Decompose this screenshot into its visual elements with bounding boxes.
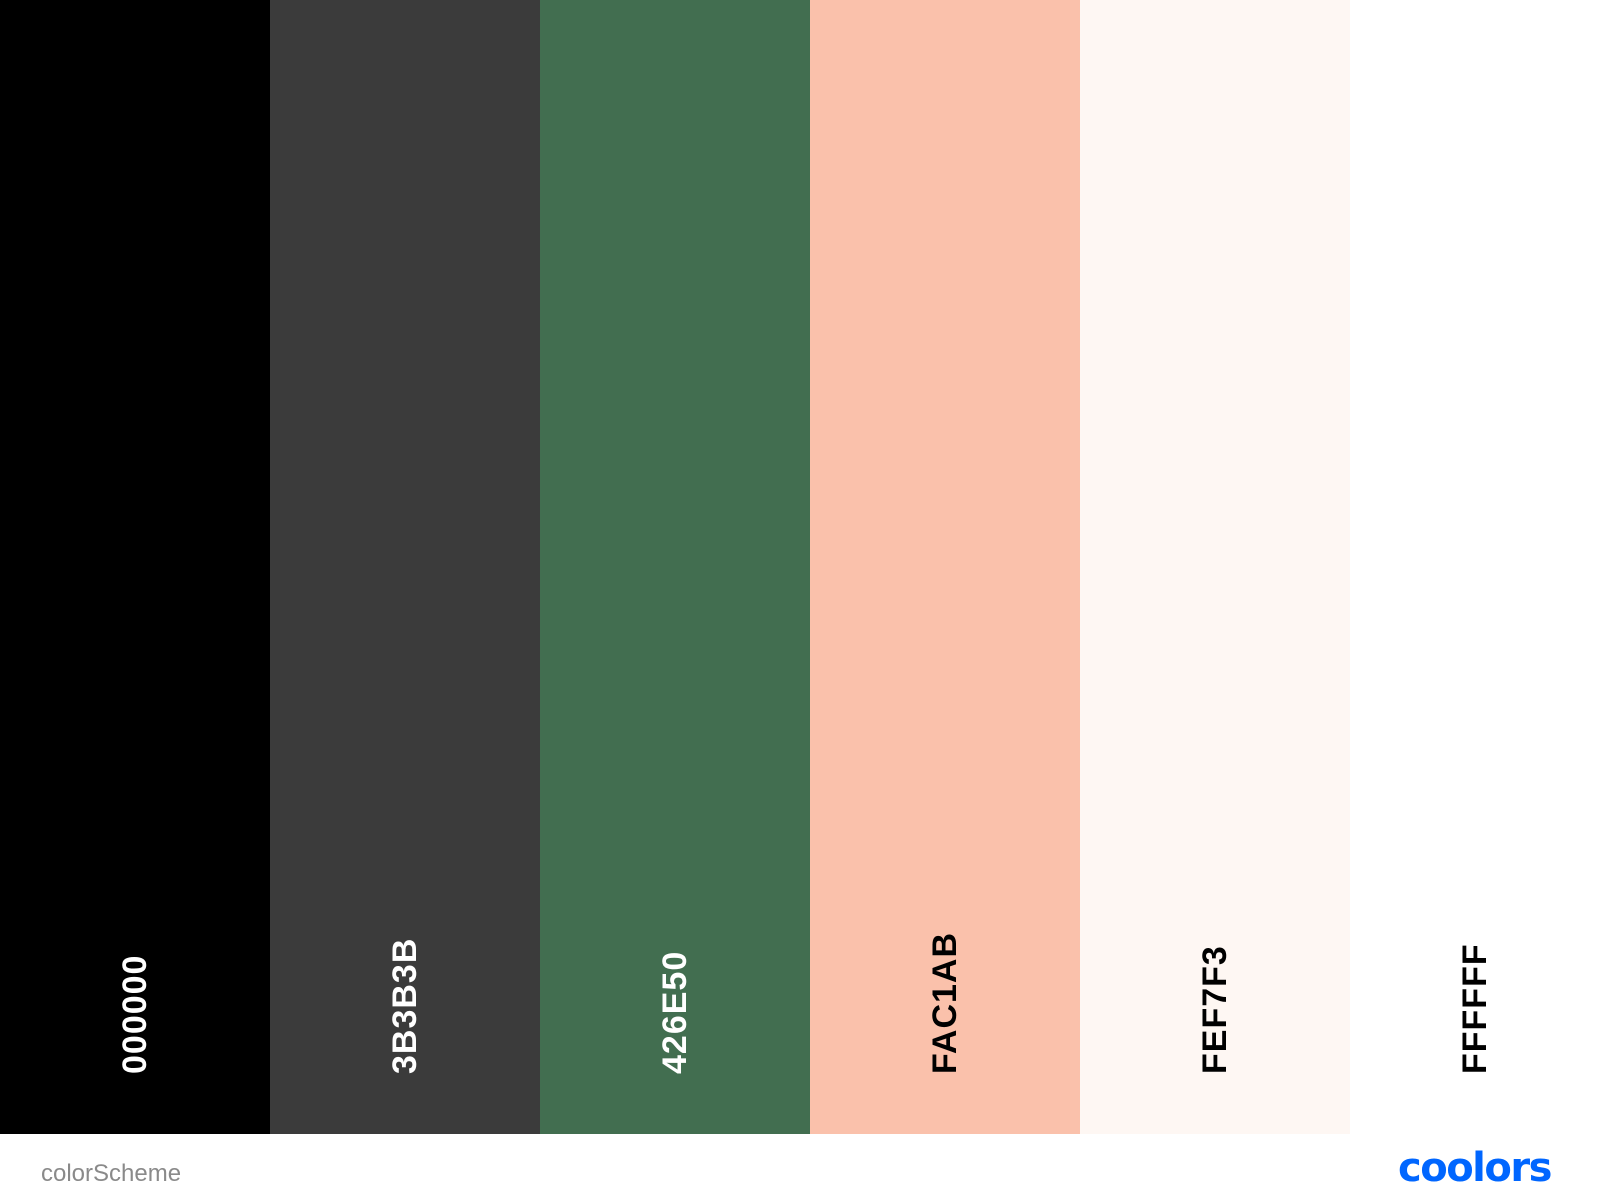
coolors-logo[interactable]: coolors [1398,1144,1578,1194]
hex-label: 426E50 [656,950,694,1074]
hex-label: FAC1AB [926,931,964,1074]
footer: colorScheme coolors [0,1134,1600,1200]
svg-text:coolors: coolors [1398,1149,1551,1189]
color-swatch-fac1ab[interactable]: FAC1AB [810,0,1080,1134]
coolors-wordmark: coolors [1398,1149,1552,1189]
color-swatch-426e50[interactable]: 426E50 [540,0,810,1134]
color-swatch-ffffff[interactable]: FFFFFF [1350,0,1600,1134]
hex-label: FFFFFF [1456,943,1494,1074]
scheme-name: colorScheme [41,1160,182,1187]
color-palette: 000000 3B3B3B 426E50 FAC1AB FEF7F3 FFFFF… [0,0,1600,1134]
hex-label: FEF7F3 [1196,945,1234,1074]
color-swatch-000000[interactable]: 000000 [0,0,270,1134]
color-swatch-3b3b3b[interactable]: 3B3B3B [270,0,540,1134]
hex-label: 3B3B3B [386,937,424,1074]
color-swatch-fef7f3[interactable]: FEF7F3 [1080,0,1350,1134]
hex-label: 000000 [116,954,154,1074]
